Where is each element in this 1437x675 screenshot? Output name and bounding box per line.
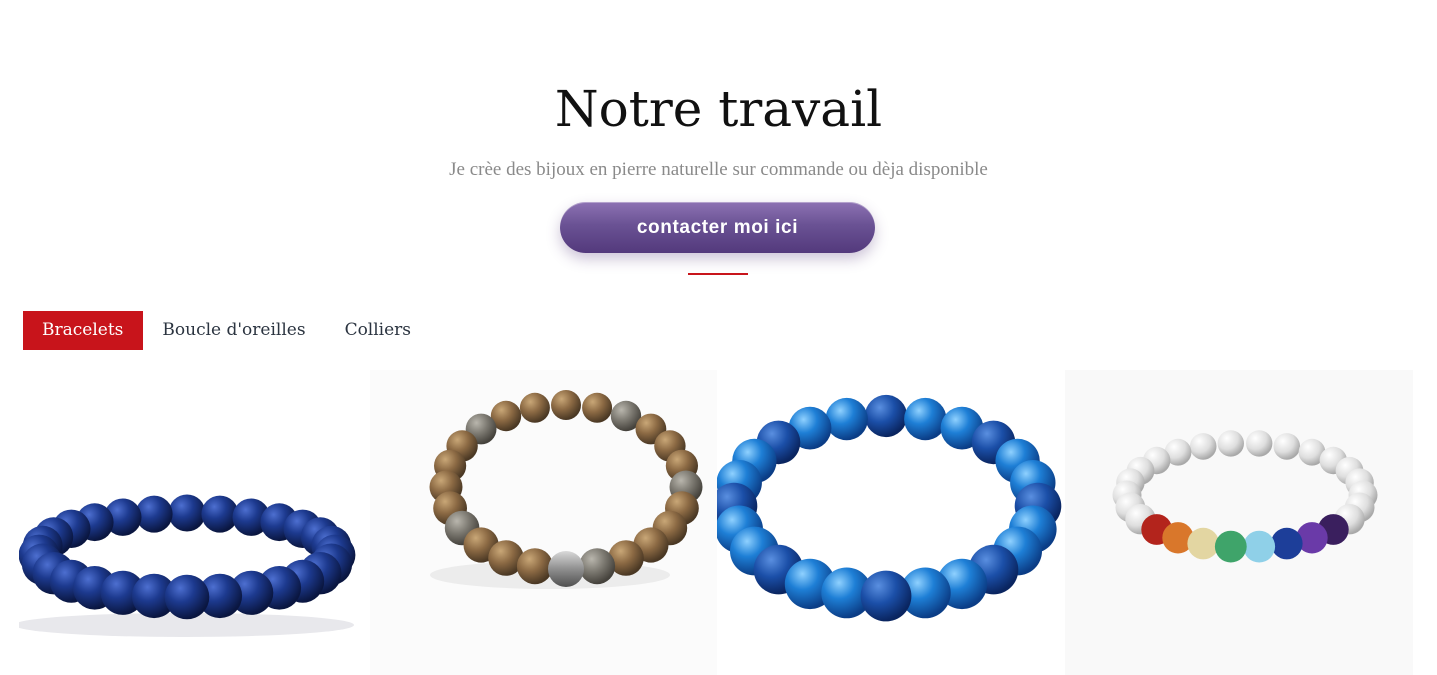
bead [168, 494, 206, 532]
bead [1243, 530, 1276, 563]
bead [516, 548, 553, 585]
bead [1271, 527, 1303, 560]
product-card-bracelet-blue-agate[interactable] [717, 370, 1065, 675]
bead [519, 392, 550, 423]
tab-colliers[interactable]: Colliers [326, 311, 431, 350]
contact-button[interactable]: contacter moi ici [560, 202, 875, 253]
bead [579, 548, 616, 585]
page-subtitle: Je crèe des bijoux en pierre naturelle s… [449, 159, 988, 180]
bead [825, 397, 868, 441]
product-card-bracelet-blue-tiger-eye[interactable] [19, 370, 367, 675]
bead [904, 397, 947, 441]
bead [582, 392, 613, 423]
section-divider [688, 273, 748, 275]
product-card-bracelet-wood-jasper[interactable] [370, 370, 718, 675]
bead [860, 570, 912, 622]
bead [1273, 433, 1301, 460]
bead [1189, 433, 1217, 460]
bead [164, 574, 210, 620]
product-grid [19, 370, 1417, 675]
page-title: Notre travail [554, 80, 883, 138]
tab-boucle-doreilles[interactable]: Boucle d'oreilles [143, 311, 325, 350]
bracelet-image-icon [1065, 370, 1413, 675]
category-tabs: Bracelets Boucle d'oreilles Colliers [23, 311, 431, 350]
bracelet-image-icon [717, 370, 1065, 675]
bead [548, 551, 584, 587]
bracelet-image-icon [370, 370, 718, 675]
bead [1187, 527, 1219, 560]
bead [1214, 530, 1247, 563]
bead [1246, 430, 1273, 457]
product-card-bracelet-chakra-howlite[interactable] [1065, 370, 1413, 675]
bead [551, 390, 581, 420]
bead [1217, 430, 1244, 457]
tab-bracelets[interactable]: Bracelets [23, 311, 144, 350]
bead [864, 394, 908, 438]
bracelet-image-icon [19, 370, 367, 675]
